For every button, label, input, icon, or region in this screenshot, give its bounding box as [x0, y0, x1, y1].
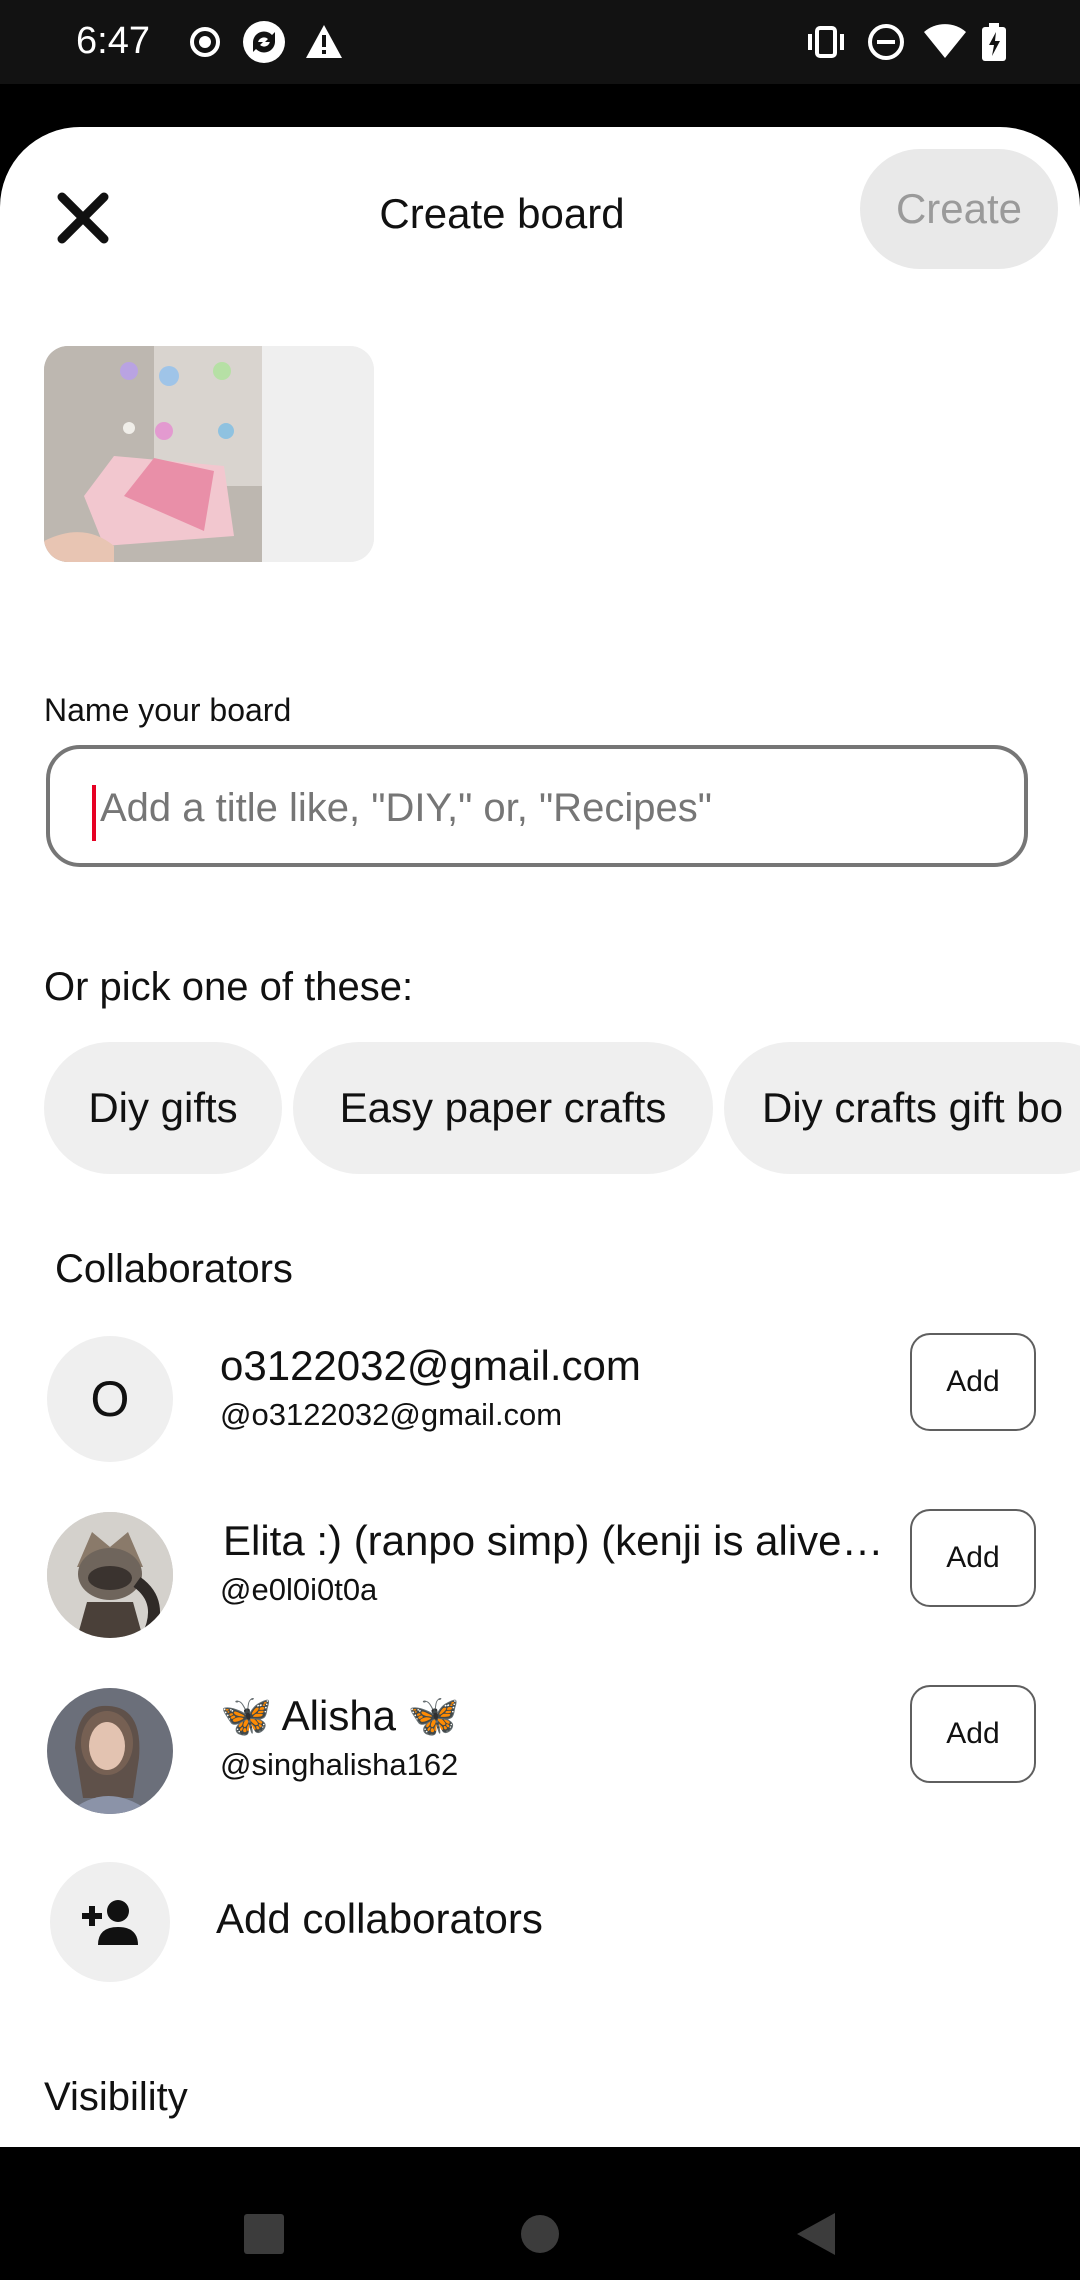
collaborators-heading: Collaborators — [55, 1247, 293, 1291]
status-bar: 6:47 — [0, 0, 1080, 84]
recents-icon[interactable] — [242, 2212, 286, 2256]
collaborator-name: 🦋 Alisha 🦋 — [220, 1692, 461, 1739]
navigation-bar — [0, 2147, 1080, 2280]
board-name-input[interactable]: Add a title like, "DIY," or, "Recipes" — [46, 745, 1028, 867]
create-button[interactable]: Create — [860, 149, 1058, 269]
add-collaborator-button[interactable]: Add — [910, 1333, 1036, 1431]
suggestion-chip[interactable]: Diy gifts — [44, 1042, 282, 1174]
board-cover-preview[interactable] — [44, 346, 374, 562]
add-collaborator-button[interactable]: Add — [910, 1509, 1036, 1607]
cover-tile-bottom — [264, 456, 374, 562]
suggestion-chip[interactable]: Diy crafts gift bo — [724, 1042, 1080, 1174]
add-collaborator-button[interactable]: Add — [910, 1685, 1036, 1783]
home-icon[interactable] — [520, 2214, 560, 2254]
create-board-sheet: Create board Create Name your board Add … — [0, 127, 1080, 2147]
collaborator-username: @o3122032@gmail.com — [220, 1397, 563, 1432]
status-time: 6:47 — [76, 20, 150, 62]
back-icon[interactable] — [795, 2211, 837, 2257]
add-collaborators-button[interactable] — [50, 1862, 170, 1982]
page-title: Create board — [379, 190, 625, 237]
do-not-disturb-icon — [868, 24, 904, 60]
visibility-heading: Visibility — [44, 2075, 188, 2119]
add-collaborators-label[interactable]: Add collaborators — [216, 1895, 543, 1943]
avatar — [47, 1688, 173, 1814]
warning-icon — [306, 25, 342, 58]
record-icon — [190, 27, 220, 57]
avatar: O — [47, 1336, 173, 1462]
wifi-icon — [924, 24, 966, 58]
text-caret — [92, 785, 96, 841]
collaborator-name: o3122032@gmail.com — [220, 1342, 641, 1389]
backdrop — [0, 84, 1080, 128]
add-person-icon — [82, 1900, 138, 1945]
suggestion-chip[interactable]: Easy paper crafts — [293, 1042, 713, 1174]
cover-image — [44, 346, 262, 562]
collaborator-username: @singhalisha162 — [220, 1747, 459, 1782]
sync-icon — [243, 21, 285, 63]
battery-icon — [982, 23, 1006, 61]
name-field-label: Name your board — [44, 692, 292, 728]
cover-tile-top — [264, 346, 374, 452]
vibrate-icon — [808, 26, 844, 58]
suggestions-label: Or pick one of these: — [44, 965, 414, 1009]
collaborator-username: @e0l0i0t0a — [220, 1572, 378, 1607]
avatar — [47, 1512, 173, 1638]
board-name-placeholder: Add a title like, "DIY," or, "Recipes" — [100, 786, 712, 830]
collaborator-name: Elita :) (ranpo simp) (kenji is alive… — [223, 1517, 884, 1564]
